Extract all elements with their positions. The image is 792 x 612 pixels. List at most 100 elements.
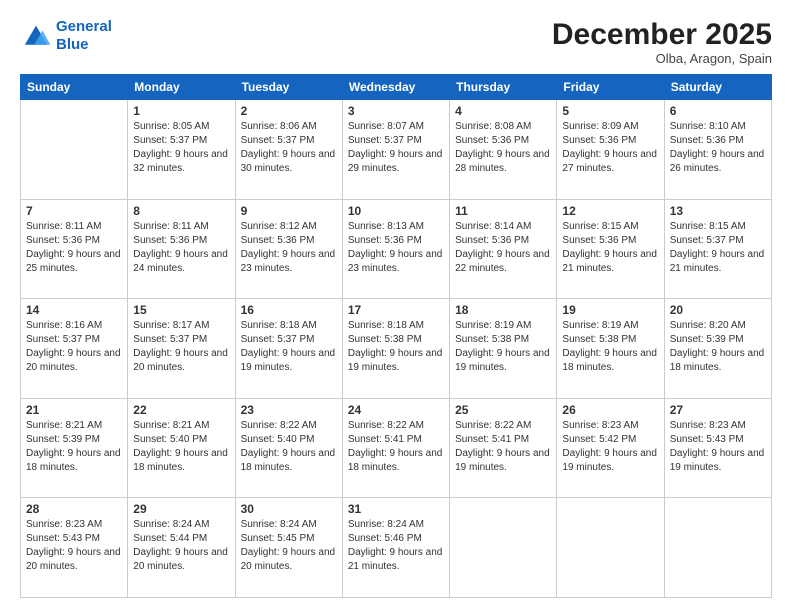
- day-cell: 4 Sunrise: 8:08 AMSunset: 5:36 PMDaylight…: [450, 100, 557, 200]
- day-number: 17: [348, 303, 444, 317]
- day-info: Sunrise: 8:17 AMSunset: 5:37 PMDaylight:…: [133, 319, 229, 375]
- calendar-header-row: SundayMondayTuesdayWednesdayThursdayFrid…: [21, 75, 772, 100]
- month-title: December 2025: [552, 18, 772, 51]
- day-number: 21: [26, 403, 122, 417]
- day-cell: 12 Sunrise: 8:15 AMSunset: 5:36 PMDayligh…: [557, 199, 664, 299]
- week-row-5: 28 Sunrise: 8:23 AMSunset: 5:43 PMDayligh…: [21, 498, 772, 598]
- title-block: December 2025 Olba, Aragon, Spain: [552, 18, 772, 66]
- day-cell: 26 Sunrise: 8:23 AMSunset: 5:42 PMDayligh…: [557, 398, 664, 498]
- day-info: Sunrise: 8:22 AMSunset: 5:41 PMDaylight:…: [455, 419, 551, 475]
- day-cell: 9 Sunrise: 8:12 AMSunset: 5:36 PMDaylight…: [235, 199, 342, 299]
- day-info: Sunrise: 8:21 AMSunset: 5:39 PMDaylight:…: [26, 419, 122, 475]
- day-number: 27: [670, 403, 766, 417]
- day-number: 26: [562, 403, 658, 417]
- day-cell: 6Sunrise: 8:10 AMSunset: 5:36 PMDaylight…: [664, 100, 771, 200]
- header-saturday: Saturday: [664, 75, 771, 100]
- logo: General Blue: [20, 18, 112, 54]
- header-friday: Friday: [557, 75, 664, 100]
- day-info: Sunrise: 8:13 AMSunset: 5:36 PMDaylight:…: [348, 220, 444, 276]
- day-number: 9: [241, 204, 337, 218]
- week-row-4: 21 Sunrise: 8:21 AMSunset: 5:39 PMDayligh…: [21, 398, 772, 498]
- day-cell: 2 Sunrise: 8:06 AMSunset: 5:37 PMDaylight…: [235, 100, 342, 200]
- day-cell: 21 Sunrise: 8:21 AMSunset: 5:39 PMDayligh…: [21, 398, 128, 498]
- day-cell: 19 Sunrise: 8:19 AMSunset: 5:38 PMDayligh…: [557, 299, 664, 399]
- day-cell: 17 Sunrise: 8:18 AMSunset: 5:38 PMDayligh…: [342, 299, 449, 399]
- day-info: Sunrise: 8:16 AMSunset: 5:37 PMDaylight:…: [26, 319, 122, 375]
- day-number: 11: [455, 204, 551, 218]
- calendar-page: General Blue December 2025 Olba, Aragon,…: [0, 0, 792, 612]
- day-info: Sunrise: 8:11 AMSunset: 5:36 PMDaylight:…: [133, 220, 229, 276]
- day-cell: 8 Sunrise: 8:11 AMSunset: 5:36 PMDaylight…: [128, 199, 235, 299]
- day-number: 4: [455, 104, 551, 118]
- day-info: Sunrise: 8:18 AMSunset: 5:38 PMDaylight:…: [348, 319, 444, 375]
- day-cell: 25 Sunrise: 8:22 AMSunset: 5:41 PMDayligh…: [450, 398, 557, 498]
- day-number: 5: [562, 104, 658, 118]
- day-cell: 23 Sunrise: 8:22 AMSunset: 5:40 PMDayligh…: [235, 398, 342, 498]
- day-cell: 18 Sunrise: 8:19 AMSunset: 5:38 PMDayligh…: [450, 299, 557, 399]
- day-cell: [664, 498, 771, 598]
- day-number: 2: [241, 104, 337, 118]
- day-info: Sunrise: 8:23 AMSunset: 5:42 PMDaylight:…: [562, 419, 658, 475]
- day-cell: 20Sunrise: 8:20 AMSunset: 5:39 PMDayligh…: [664, 299, 771, 399]
- header-wednesday: Wednesday: [342, 75, 449, 100]
- day-cell: 24Sunrise: 8:22 AMSunset: 5:41 PMDayligh…: [342, 398, 449, 498]
- day-info: Sunrise: 8:11 AMSunset: 5:36 PMDaylight:…: [26, 220, 122, 276]
- day-cell: [21, 100, 128, 200]
- day-cell: 1Sunrise: 8:05 AMSunset: 5:37 PMDaylight…: [128, 100, 235, 200]
- day-info: Sunrise: 8:19 AMSunset: 5:38 PMDaylight:…: [562, 319, 658, 375]
- day-info: Sunrise: 8:24 AMSunset: 5:44 PMDaylight:…: [133, 518, 229, 574]
- day-cell: 7Sunrise: 8:11 AMSunset: 5:36 PMDaylight…: [21, 199, 128, 299]
- day-info: Sunrise: 8:21 AMSunset: 5:40 PMDaylight:…: [133, 419, 229, 475]
- day-number: 13: [670, 204, 766, 218]
- day-number: 31: [348, 502, 444, 516]
- calendar-table: SundayMondayTuesdayWednesdayThursdayFrid…: [20, 74, 772, 598]
- day-cell: 14 Sunrise: 8:16 AMSunset: 5:37 PMDayligh…: [21, 299, 128, 399]
- week-row-1: 1Sunrise: 8:05 AMSunset: 5:37 PMDaylight…: [21, 100, 772, 200]
- day-info: Sunrise: 8:23 AMSunset: 5:43 PMDaylight:…: [670, 419, 766, 475]
- day-number: 10: [348, 204, 444, 218]
- day-info: Sunrise: 8:22 AMSunset: 5:40 PMDaylight:…: [241, 419, 337, 475]
- logo-icon: [20, 22, 52, 50]
- day-info: Sunrise: 8:19 AMSunset: 5:38 PMDaylight:…: [455, 319, 551, 375]
- day-number: 23: [241, 403, 337, 417]
- header-thursday: Thursday: [450, 75, 557, 100]
- header: General Blue December 2025 Olba, Aragon,…: [20, 18, 772, 66]
- day-number: 29: [133, 502, 229, 516]
- day-info: Sunrise: 8:12 AMSunset: 5:36 PMDaylight:…: [241, 220, 337, 276]
- header-monday: Monday: [128, 75, 235, 100]
- day-number: 20: [670, 303, 766, 317]
- day-info: Sunrise: 8:15 AMSunset: 5:36 PMDaylight:…: [562, 220, 658, 276]
- header-tuesday: Tuesday: [235, 75, 342, 100]
- location: Olba, Aragon, Spain: [552, 51, 772, 66]
- day-info: Sunrise: 8:22 AMSunset: 5:41 PMDaylight:…: [348, 419, 444, 475]
- day-cell: [557, 498, 664, 598]
- day-info: Sunrise: 8:24 AMSunset: 5:46 PMDaylight:…: [348, 518, 444, 574]
- day-info: Sunrise: 8:23 AMSunset: 5:43 PMDaylight:…: [26, 518, 122, 574]
- day-number: 3: [348, 104, 444, 118]
- day-cell: 30Sunrise: 8:24 AMSunset: 5:45 PMDayligh…: [235, 498, 342, 598]
- day-cell: 15 Sunrise: 8:17 AMSunset: 5:37 PMDayligh…: [128, 299, 235, 399]
- day-cell: 28 Sunrise: 8:23 AMSunset: 5:43 PMDayligh…: [21, 498, 128, 598]
- day-info: Sunrise: 8:08 AMSunset: 5:36 PMDaylight:…: [455, 120, 551, 176]
- day-info: Sunrise: 8:06 AMSunset: 5:37 PMDaylight:…: [241, 120, 337, 176]
- day-cell: 11Sunrise: 8:14 AMSunset: 5:36 PMDayligh…: [450, 199, 557, 299]
- day-info: Sunrise: 8:07 AMSunset: 5:37 PMDaylight:…: [348, 120, 444, 176]
- day-number: 19: [562, 303, 658, 317]
- day-number: 8: [133, 204, 229, 218]
- day-number: 25: [455, 403, 551, 417]
- day-number: 1: [133, 104, 229, 118]
- day-number: 30: [241, 502, 337, 516]
- day-number: 15: [133, 303, 229, 317]
- day-info: Sunrise: 8:10 AMSunset: 5:36 PMDaylight:…: [670, 120, 766, 176]
- day-number: 14: [26, 303, 122, 317]
- day-cell: 22Sunrise: 8:21 AMSunset: 5:40 PMDayligh…: [128, 398, 235, 498]
- day-number: 28: [26, 502, 122, 516]
- day-number: 18: [455, 303, 551, 317]
- day-cell: 10 Sunrise: 8:13 AMSunset: 5:36 PMDayligh…: [342, 199, 449, 299]
- day-cell: 16 Sunrise: 8:18 AMSunset: 5:37 PMDayligh…: [235, 299, 342, 399]
- week-row-3: 14 Sunrise: 8:16 AMSunset: 5:37 PMDayligh…: [21, 299, 772, 399]
- day-info: Sunrise: 8:09 AMSunset: 5:36 PMDaylight:…: [562, 120, 658, 176]
- day-number: 12: [562, 204, 658, 218]
- day-number: 16: [241, 303, 337, 317]
- day-info: Sunrise: 8:18 AMSunset: 5:37 PMDaylight:…: [241, 319, 337, 375]
